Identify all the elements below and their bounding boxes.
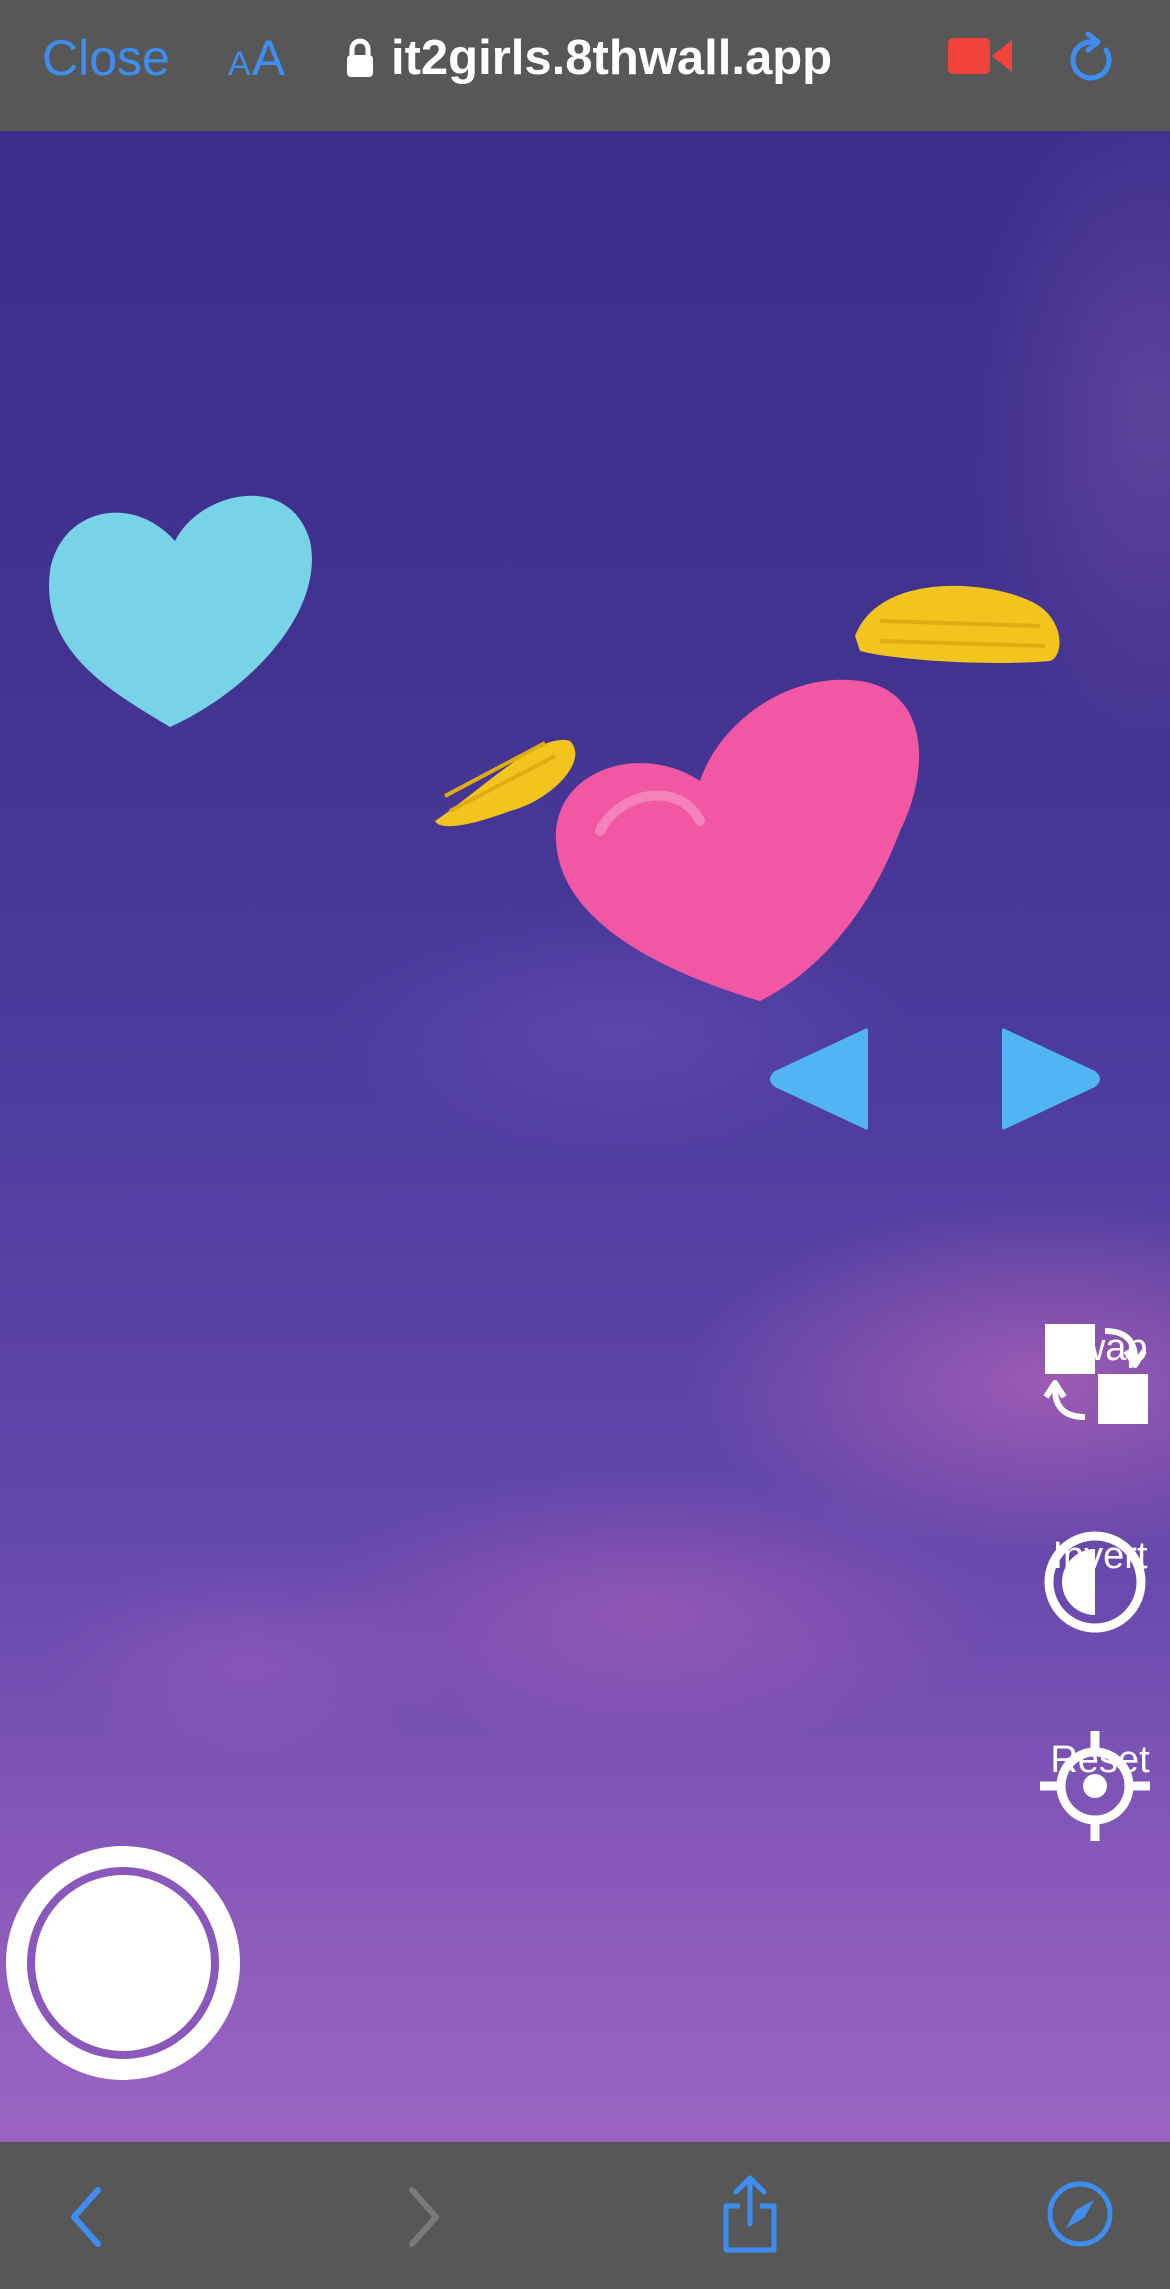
text-size-small-a: A — [228, 45, 252, 83]
compass-icon[interactable] — [1046, 2180, 1114, 2248]
invert-icon — [1044, 1531, 1146, 1633]
next-arrow-icon[interactable] — [1002, 1028, 1100, 1130]
share-icon[interactable] — [718, 2172, 782, 2256]
swap-icon — [1043, 1324, 1148, 1424]
video-record-icon[interactable] — [948, 36, 1012, 76]
right-wing — [855, 585, 1060, 663]
previous-arrow-icon[interactable] — [770, 1028, 868, 1130]
address-bar[interactable]: it2girls.8thwall.app — [345, 26, 832, 90]
crosshair-icon — [1040, 1731, 1150, 1841]
text-size-large-a: A — [251, 30, 287, 86]
reset-button[interactable]: Reset — [1040, 1731, 1160, 1841]
url-text: it2girls.8thwall.app — [391, 31, 833, 85]
browser-top-bar: Close AA it2girls.8thwall.app — [0, 0, 1170, 131]
swap-button[interactable]: Swap — [1040, 1319, 1160, 1424]
browser-bottom-toolbar — [0, 2142, 1170, 2289]
forward-icon[interactable] — [398, 2182, 448, 2252]
text-size-button[interactable]: AA — [228, 28, 286, 94]
left-wing — [435, 739, 576, 827]
invert-button[interactable]: Invert — [1040, 1527, 1160, 1633]
capture-button[interactable] — [0, 1840, 246, 2086]
ar-camera-view[interactable]: Swap Invert Reset — [0, 131, 1170, 2142]
close-button[interactable]: Close — [42, 28, 170, 88]
pink-heart[interactable] — [555, 679, 920, 1001]
cyan-heart[interactable] — [49, 495, 312, 727]
back-icon[interactable] — [62, 2182, 112, 2252]
reload-icon[interactable] — [1066, 30, 1118, 86]
lock-icon — [347, 38, 373, 77]
